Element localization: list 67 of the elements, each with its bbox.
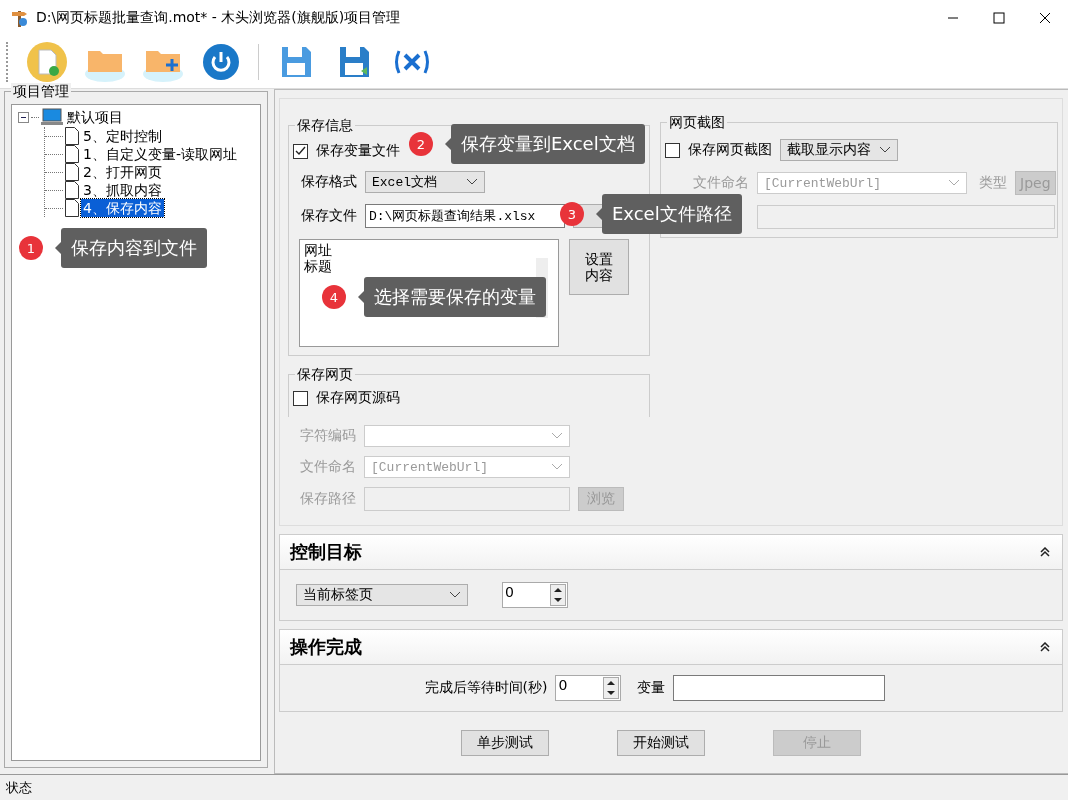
action-button[interactable]: 开始测试 — [617, 730, 705, 756]
pointer-icon — [55, 242, 61, 254]
group-title: 保存信息 — [295, 117, 355, 133]
chevron-icon[interactable] — [466, 178, 478, 186]
field-label: 类型 — [978, 174, 1007, 192]
section-title: 操作完成 — [290, 635, 362, 659]
index-spinbox[interactable]: 0 — [502, 582, 568, 608]
checkbox-label[interactable]: 保存变量文件 — [316, 142, 400, 160]
spin-arrows-icon[interactable] — [550, 584, 566, 606]
tree-item[interactable]: 默认项目 — [65, 108, 125, 126]
path-field[interactable] — [364, 487, 570, 511]
variable-field[interactable] — [673, 675, 886, 701]
callout-tooltip: 保存内容到文件 — [61, 228, 207, 268]
collapse-icon[interactable] — [1040, 547, 1050, 557]
set-content-button[interactable]: 设置内容 — [569, 239, 629, 295]
wait-time-spinbox[interactable]: 0 — [555, 675, 622, 701]
pointer-icon — [358, 291, 364, 303]
new-document-icon[interactable] — [26, 40, 68, 83]
path-field[interactable] — [757, 205, 1055, 229]
checkbox-label[interactable]: 保存网页截图 — [688, 141, 772, 159]
window-title: D:\网页标题批量查询.mot* - 木头浏览器(旗舰版)项目管理 — [36, 8, 401, 27]
chevron-icon[interactable] — [449, 591, 461, 599]
document-icon — [65, 181, 79, 199]
document-icon — [65, 163, 79, 181]
number-badge: 2 — [409, 132, 433, 156]
panel-title: 项目管理 — [11, 83, 71, 99]
collapse-icon[interactable] — [18, 111, 29, 123]
tree-item[interactable]: 2、打开网页 — [81, 163, 164, 181]
capture-mode-dropdown[interactable]: 截取显示内容 — [780, 139, 898, 161]
field-label: 文件命名 — [299, 458, 356, 476]
chevron-icon[interactable] — [879, 146, 891, 154]
callout-tooltip: 保存变量到Excel文档 — [451, 124, 645, 164]
field-label: 字符编码 — [299, 427, 356, 445]
file-path-field[interactable]: D:\网页标题查询结果.xlsx — [365, 204, 565, 228]
status-text: 状态 — [6, 778, 32, 797]
section-title: 控制目标 — [290, 540, 362, 564]
field-label: 完成后等待时间(秒) — [423, 679, 548, 697]
action-button[interactable]: 单步测试 — [461, 730, 549, 756]
format-dropdown[interactable]: Excel文档 — [365, 171, 485, 193]
field-label: 变量 — [636, 679, 666, 697]
tree-item[interactable]: 4、保存内容 — [81, 199, 164, 217]
collapse-icon[interactable] — [1040, 642, 1050, 652]
tree-item[interactable]: 3、抓取内容 — [81, 181, 164, 199]
callout-tooltip: Excel文件路径 — [602, 194, 742, 234]
list-item[interactable]: 网址 — [304, 242, 554, 258]
spin-arrows-icon[interactable] — [603, 677, 620, 699]
checkbox[interactable] — [293, 390, 308, 406]
field-label: 文件命名 — [692, 174, 749, 192]
computer-icon — [41, 108, 63, 126]
pointer-icon — [596, 208, 602, 220]
callout-tooltip: 选择需要保存的变量 — [364, 277, 546, 317]
list-item[interactable]: 标题 — [304, 258, 554, 274]
tree-item[interactable]: 1、自定义变量-读取网址 — [81, 145, 239, 163]
checkbox[interactable] — [293, 143, 308, 159]
group-title: 保存网页 — [295, 366, 355, 382]
group-title: 网页截图 — [667, 114, 727, 130]
tab-dropdown[interactable]: 当前标签页 — [296, 584, 468, 606]
field-label: 保存文件 — [300, 207, 357, 225]
checkbox-label[interactable]: 保存网页源码 — [316, 389, 400, 407]
document-icon — [65, 127, 79, 145]
tree-item[interactable]: 5、定时控制 — [81, 127, 164, 145]
document-icon — [65, 145, 79, 163]
checkbox[interactable] — [665, 142, 680, 158]
field-label: 保存格式 — [300, 173, 357, 191]
pointer-icon — [445, 138, 451, 150]
document-icon — [65, 199, 79, 217]
field-label: 保存路径 — [299, 490, 356, 508]
